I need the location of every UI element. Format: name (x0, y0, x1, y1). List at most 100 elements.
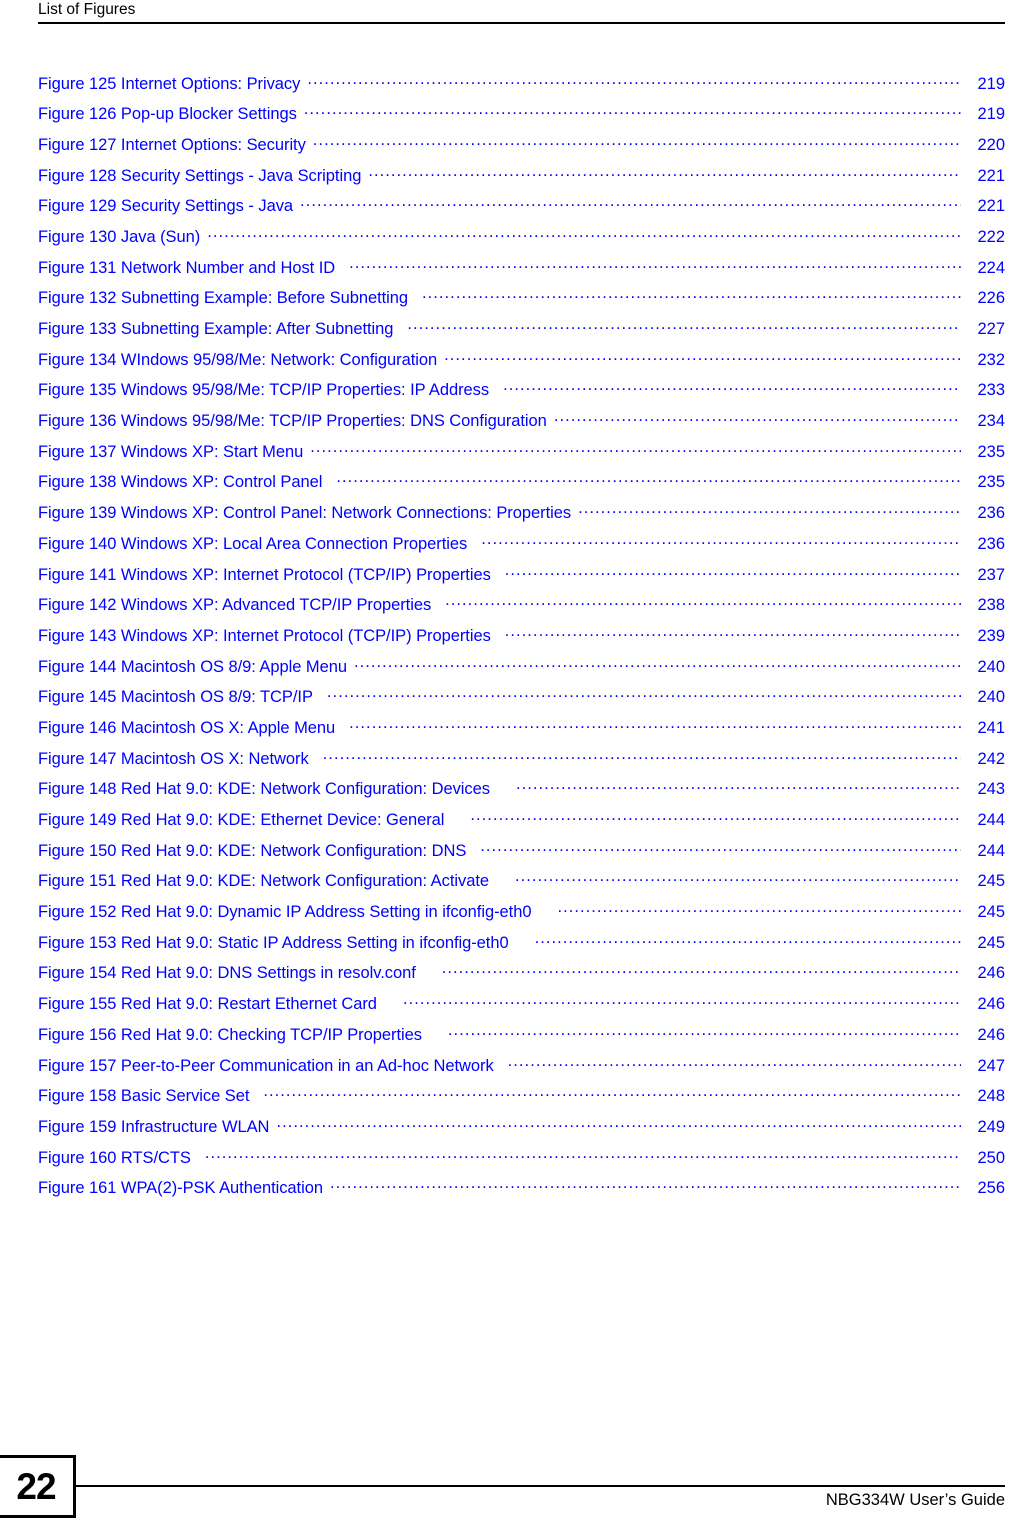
figure-entry-label: Figure 159 Infrastructure WLAN (38, 1117, 270, 1136)
figure-entry-label: Figure 131 Network Number and Host ID (38, 258, 336, 277)
figure-entry[interactable]: Figure 148 Red Hat 9.0: KDE: Network Con… (38, 778, 1005, 809)
figure-entry[interactable]: Figure 147 Macintosh OS X: Network 242 (38, 747, 1005, 778)
dot-leader (368, 164, 961, 181)
dot-leader (327, 686, 961, 703)
figure-entry[interactable]: Figure 161 WPA(2)-PSK Authentication 256 (38, 1177, 1005, 1208)
figure-entry[interactable]: Figure 157 Peer-to-Peer Communication in… (38, 1054, 1005, 1085)
dot-leader (444, 348, 961, 365)
figure-entry-label: Figure 144 Macintosh OS 8/9: Apple Menu (38, 657, 347, 676)
dot-leader (422, 287, 961, 304)
figure-entry-page: 219 (977, 74, 1005, 93)
figure-entry[interactable]: Figure 155 Red Hat 9.0: Restart Ethernet… (38, 993, 1005, 1024)
figure-entry-label: Figure 146 Macintosh OS X: Apple Menu (38, 718, 336, 737)
figure-entry[interactable]: Figure 139 Windows XP: Control Panel: Ne… (38, 502, 1005, 533)
figure-entry[interactable]: Figure 126 Pop-up Blocker Settings 219 (38, 103, 1005, 134)
figure-entry-label: Figure 133 Subnetting Example: After Sub… (38, 320, 394, 338)
figure-entry[interactable]: Figure 128 Security Settings - Java Scri… (38, 164, 1005, 195)
figure-entry-page: 237 (977, 565, 1005, 584)
dot-leader (323, 747, 961, 764)
page-number: 22 (16, 1465, 56, 1507)
figure-entry[interactable]: Figure 144 Macintosh OS 8/9: Apple Menu 2… (38, 655, 1005, 686)
dot-leader (263, 1085, 961, 1102)
dot-leader (445, 594, 961, 611)
document-page: List of Figures Figure 125 Internet Opti… (0, 0, 1014, 1524)
figure-entry[interactable]: Figure 158 Basic Service Set 248 (38, 1085, 1005, 1116)
dot-leader (442, 962, 961, 979)
figure-entry[interactable]: Figure 129 Security Settings - Java 221 (38, 195, 1005, 226)
dot-leader (407, 318, 961, 335)
dot-leader (516, 778, 961, 795)
dot-leader (557, 901, 961, 918)
dot-leader (300, 195, 961, 212)
dot-leader (505, 624, 961, 641)
figure-entry-label: Figure 137 Windows XP: Start Menu (38, 442, 304, 461)
dot-leader (481, 532, 961, 549)
figure-entry[interactable]: Figure 154 Red Hat 9.0: DNS Settings in … (38, 962, 1005, 993)
figure-entry-label: Figure 151 Red Hat 9.0: KDE: Network Con… (38, 872, 489, 891)
dot-leader (554, 410, 961, 427)
dot-leader (304, 103, 961, 120)
figure-entry[interactable]: Figure 152 Red Hat 9.0: Dynamic IP Addre… (38, 901, 1005, 932)
figure-entry-page: 250 (977, 1148, 1005, 1167)
figure-entry-page: 241 (977, 718, 1005, 737)
figure-entry[interactable]: Figure 149 Red Hat 9.0: KDE: Ethernet De… (38, 809, 1005, 840)
figure-entry-page: 246 (977, 1025, 1005, 1044)
figure-entry[interactable]: Figure 133 Subnetting Example: After Sub… (38, 318, 1005, 349)
list-of-figures: Figure 125 Internet Options: Privacy219F… (38, 72, 1005, 1207)
dot-leader (307, 72, 961, 89)
figure-entry-label: Figure 150 Red Hat 9.0: KDE: Network Con… (38, 841, 467, 860)
figure-entry[interactable]: Figure 150 Red Hat 9.0: KDE: Network Con… (38, 839, 1005, 870)
figure-entry-page: 244 (977, 811, 1005, 829)
figure-entry-page: 221 (977, 166, 1005, 185)
figure-entry-label: Figure 156 Red Hat 9.0: Checking TCP/IP … (38, 1025, 422, 1044)
figure-entry-page: 234 (977, 412, 1005, 431)
figure-entry[interactable]: Figure 138 Windows XP: Control Panel 235 (38, 471, 1005, 502)
figure-entry-page: 220 (977, 135, 1005, 154)
figure-entry-label: Figure 140 Windows XP: Local Area Connec… (38, 534, 468, 553)
figure-entry-label: Figure 135 Windows 95/98/Me: TCP/IP Prop… (38, 381, 490, 400)
figure-entry-label: Figure 152 Red Hat 9.0: Dynamic IP Addre… (38, 903, 532, 922)
figure-entry[interactable]: Figure 130 Java (Sun) 222 (38, 225, 1005, 256)
dot-leader (330, 1177, 961, 1194)
figure-entry-label: Figure 134 WIndows 95/98/Me: Network: Co… (38, 350, 438, 369)
footer-guide-title: NBG334W User’s Guide (825, 1491, 1005, 1509)
figure-entry-page: 224 (977, 258, 1005, 277)
figure-entry[interactable]: Figure 151 Red Hat 9.0: KDE: Network Con… (38, 870, 1005, 901)
figure-entry[interactable]: Figure 153 Red Hat 9.0: Static IP Addres… (38, 931, 1005, 962)
figure-entry-label: Figure 161 WPA(2)-PSK Authentication (38, 1179, 323, 1198)
figure-entry[interactable]: Figure 127 Internet Options: Security 220 (38, 133, 1005, 164)
figure-entry[interactable]: Figure 159 Infrastructure WLAN 249 (38, 1115, 1005, 1146)
figure-entry[interactable]: Figure 137 Windows XP: Start Menu 235 (38, 440, 1005, 471)
figure-entry[interactable]: Figure 146 Macintosh OS X: Apple Menu 241 (38, 716, 1005, 747)
figure-entry-page: 240 (977, 688, 1005, 707)
figure-entry-page: 236 (977, 534, 1005, 553)
figure-entry-label: Figure 155 Red Hat 9.0: Restart Ethernet… (38, 995, 377, 1014)
figure-entry-page: 245 (977, 933, 1005, 952)
figure-entry[interactable]: Figure 135 Windows 95/98/Me: TCP/IP Prop… (38, 379, 1005, 410)
page-header: List of Figures (0, 0, 1014, 30)
figure-entry[interactable]: Figure 140 Windows XP: Local Area Connec… (38, 532, 1005, 563)
figure-entry-page: 233 (977, 381, 1005, 400)
figure-entry-page: 219 (977, 105, 1005, 124)
figure-entry[interactable]: Figure 125 Internet Options: Privacy 219 (38, 72, 1005, 103)
dot-leader (535, 931, 961, 948)
figure-entry[interactable]: Figure 143 Windows XP: Internet Protocol… (38, 624, 1005, 655)
figure-entry-page: 240 (977, 657, 1005, 676)
dot-leader (403, 993, 961, 1010)
figure-entry-label: Figure 149 Red Hat 9.0: KDE: Ethernet De… (38, 811, 445, 829)
figure-entry[interactable]: Figure 132 Subnetting Example: Before Su… (38, 287, 1005, 318)
figure-entry-label: Figure 138 Windows XP: Control Panel (38, 473, 323, 492)
figure-entry[interactable]: Figure 142 Windows XP: Advanced TCP/IP P… (38, 594, 1005, 625)
figure-entry[interactable]: Figure 145 Macintosh OS 8/9: TCP/IP 240 (38, 686, 1005, 717)
figure-entry[interactable]: Figure 141 Windows XP: Internet Protocol… (38, 563, 1005, 594)
figure-entry[interactable]: Figure 131 Network Number and Host ID 224 (38, 256, 1005, 287)
figure-entry[interactable]: Figure 134 WIndows 95/98/Me: Network: Co… (38, 348, 1005, 379)
page-footer: 22 NBG334W User’s Guide (0, 1455, 1014, 1524)
figure-entry[interactable]: Figure 156 Red Hat 9.0: Checking TCP/IP … (38, 1023, 1005, 1054)
figure-entry[interactable]: Figure 160 RTS/CTS 250 (38, 1146, 1005, 1177)
figure-entry-label: Figure 139 Windows XP: Control Panel: Ne… (38, 504, 572, 523)
dot-leader (448, 1023, 961, 1040)
dot-leader (470, 809, 961, 826)
figure-entry-label: Figure 142 Windows XP: Advanced TCP/IP P… (38, 596, 432, 615)
figure-entry[interactable]: Figure 136 Windows 95/98/Me: TCP/IP Prop… (38, 410, 1005, 441)
